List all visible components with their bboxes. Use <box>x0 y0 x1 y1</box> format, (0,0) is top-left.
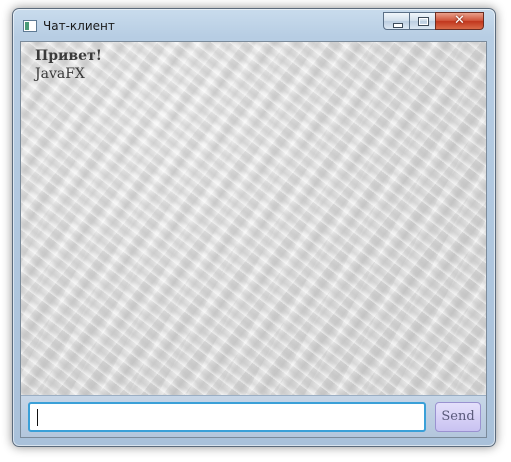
message-input[interactable] <box>28 402 426 432</box>
client-area: Привет! JavaFX Send <box>20 41 487 438</box>
text-caret <box>37 409 38 426</box>
maximize-button[interactable] <box>409 12 436 30</box>
chat-message: Привет! <box>35 48 102 64</box>
chat-message-area[interactable]: Привет! JavaFX <box>21 42 486 395</box>
window-title: Чат-клиент <box>43 19 115 33</box>
minimize-icon <box>393 23 403 28</box>
title-bar[interactable]: Чат-клиент ✕ <box>13 9 495 40</box>
app-window-icon[interactable] <box>23 20 37 32</box>
composer-bar: Send <box>21 395 486 437</box>
chat-client-window: Чат-клиент ✕ Привет! JavaFX Send <box>12 8 496 447</box>
minimize-button[interactable] <box>383 12 410 30</box>
send-button[interactable]: Send <box>435 402 481 432</box>
maximize-icon <box>418 17 429 26</box>
close-icon: ✕ <box>454 13 465 28</box>
close-button[interactable]: ✕ <box>435 12 484 30</box>
chat-message: JavaFX <box>35 66 85 82</box>
